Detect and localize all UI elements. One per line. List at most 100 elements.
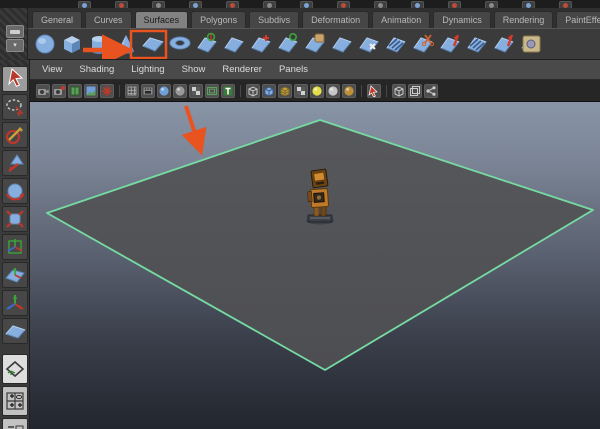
menu-lighting[interactable]: Lighting [131,64,164,75]
statusline-icon[interactable] [300,1,313,8]
lasso-tool[interactable] [2,94,28,120]
untrim-icon[interactable] [438,32,462,56]
statusline-icon[interactable] [152,1,165,8]
shelf-tab-rendering[interactable]: Rendering [493,11,554,28]
loft-icon[interactable] [222,32,246,56]
image-plane-icon[interactable] [84,83,98,98]
shelf-tab-animation[interactable]: Animation [372,11,431,28]
statusline-icon[interactable] [448,1,461,8]
open-close-icon[interactable] [330,32,354,56]
toolbar-separator [386,84,387,97]
status-line [0,0,600,8]
statusline-icon[interactable] [374,1,387,8]
safe-action-icon[interactable] [205,83,219,98]
statusline-icon[interactable] [189,1,202,8]
shelf-tab-deformation[interactable]: Deformation [302,11,370,28]
menu-shading[interactable]: Shading [79,64,114,75]
film-gate-icon[interactable] [141,83,155,98]
bookmarks-icon[interactable] [68,83,82,98]
universal-manipulator-tool[interactable] [2,234,28,260]
show-manipulator-tool[interactable] [2,290,28,316]
planar-icon[interactable] [249,32,273,56]
nurbs-torus-icon[interactable] [168,32,192,56]
menu-renderer[interactable]: Renderer [222,64,262,75]
paint-select-tool[interactable] [2,122,28,148]
textured-icon[interactable] [278,83,292,98]
stitch-icon[interactable] [519,32,543,56]
menu-view[interactable]: View [42,64,62,75]
shelf-tab-surfaces[interactable]: Surfaces [134,11,189,28]
scale-tool[interactable] [2,206,28,232]
nurbs-plane-icon[interactable] [141,32,165,56]
nurbs-cylinder-icon[interactable] [87,32,111,56]
insert-isoparm-icon[interactable] [357,32,381,56]
selection-highlight-icon[interactable] [367,83,381,98]
field-chart-icon[interactable] [189,83,203,98]
shelf-tab-general[interactable]: General [32,11,83,28]
shelf-tab-dynamics[interactable]: Dynamics [433,11,491,28]
statusline-icon[interactable] [115,1,128,8]
statusline-icon[interactable] [226,1,239,8]
layout-persp-outliner[interactable] [2,418,28,429]
default-lighting-icon[interactable] [310,83,324,98]
statusline-icon[interactable] [559,1,572,8]
select-tool[interactable] [2,66,28,92]
shelf-tab-bar: General Curves Surfaces Polygons Subdivs Defo… [28,8,600,28]
panel-toolbar [30,80,600,102]
trim-icon[interactable] [411,32,435,56]
wireframe-icon[interactable] [246,83,260,98]
use-all-lights-icon[interactable] [294,83,308,98]
last-tool-nurbs-plane[interactable] [2,318,28,344]
attach-surfaces-icon[interactable] [303,32,327,56]
layout-four-view[interactable] [2,386,28,416]
xray-icon[interactable] [408,83,422,98]
toolbar-separator [119,84,120,97]
statusline-icon[interactable] [522,1,535,8]
flat-lighting-icon[interactable] [326,83,340,98]
project-curve-icon[interactable] [384,32,408,56]
shelf-tab-curves[interactable]: Curves [85,11,132,28]
statusline-icon[interactable] [485,1,498,8]
nurbs-cube-icon[interactable] [60,32,84,56]
selected-nurbs-plane [46,119,594,371]
extend-icon[interactable] [465,32,489,56]
layout-single-perspective[interactable] [2,354,28,384]
shelf-tab-painteffects[interactable]: PaintEffects [556,11,600,28]
gate-mask-icon[interactable] [173,83,187,98]
share-icon[interactable] [424,83,438,98]
shelf [28,28,600,60]
grid-icon[interactable] [125,83,139,98]
statusline-icon[interactable] [263,1,276,8]
select-camera-icon[interactable] [36,83,50,98]
no-lighting-icon[interactable] [342,83,356,98]
toolbar-separator [240,84,241,97]
menu-panels[interactable]: Panels [279,64,308,75]
isolate-select-icon[interactable] [392,83,406,98]
resolution-gate-icon[interactable] [157,83,171,98]
camera-attributes-icon[interactable] [52,83,66,98]
move-tool[interactable] [2,150,28,176]
soft-modification-tool[interactable] [2,262,28,288]
rotate-tool[interactable] [2,178,28,204]
shelf-tab-icon [10,29,20,34]
revolve-icon[interactable] [195,32,219,56]
statusline-icon[interactable] [78,1,91,8]
statusline-icon[interactable] [411,1,424,8]
left-rail: ▾ [0,8,28,60]
shelf-tab-polygons[interactable]: Polygons [191,11,247,28]
perspective-viewport[interactable] [30,102,600,429]
birail-icon[interactable] [276,32,300,56]
statusline-icon[interactable] [337,1,350,8]
offset-icon[interactable] [492,32,516,56]
shelf-tab-subdivs[interactable]: Subdivs [249,11,300,28]
menu-show[interactable]: Show [182,64,206,75]
shelf-tab-button[interactable] [6,25,24,38]
shelf-menu-button[interactable]: ▾ [6,39,24,52]
pan-zoom-icon[interactable] [100,83,114,98]
smooth-shade-icon[interactable] [262,83,276,98]
safe-title-icon[interactable] [221,83,235,98]
nurbs-sphere-icon[interactable] [33,32,57,56]
maya-window: ▾ General Curves Surfaces Polygons Subdivs De… [0,0,600,429]
toolbar-separator [361,84,362,97]
nurbs-cone-icon[interactable] [114,32,138,56]
